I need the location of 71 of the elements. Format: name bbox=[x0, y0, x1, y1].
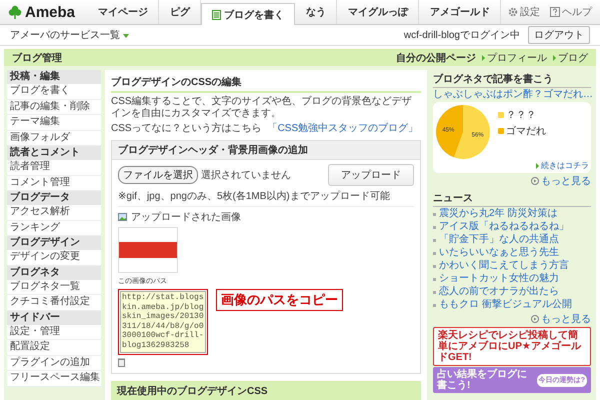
upload-button[interactable]: アップロード bbox=[328, 164, 414, 186]
login-status: wcf-drill-blogでログイン中 bbox=[404, 28, 520, 42]
sidebar-heading: 読者とコメント bbox=[7, 146, 101, 160]
nav-tab[interactable]: なう bbox=[295, 0, 338, 24]
uploaded-images-label: アップロードされた画像 bbox=[131, 210, 241, 224]
page-title: ブログ管理 bbox=[12, 52, 62, 64]
sidebar-item[interactable]: テーマ編集 bbox=[7, 115, 101, 130]
play-circle-icon bbox=[531, 315, 539, 323]
news-link[interactable]: 震災から丸2年 防災対策は bbox=[433, 208, 591, 220]
ad-banner[interactable]: 楽天レシピでレシピ投稿して簡単にアメブロにUP★アメゴールドGET! bbox=[433, 327, 591, 366]
nav-tab[interactable]: マイグルっぽ bbox=[337, 0, 420, 24]
more-link[interactable]: もっと見る bbox=[531, 174, 591, 188]
sidebar-item[interactable]: フリースペース編集 bbox=[7, 371, 101, 386]
description-text: CSS編集することで、文字のサイズや色、ブログの背景色などデザインを自由にカスタマイズできます。 bbox=[111, 96, 413, 120]
logo-text: Ameba bbox=[25, 4, 76, 20]
more-link[interactable]: もっと見る bbox=[531, 312, 591, 326]
nav-tab[interactable]: マイページ bbox=[87, 0, 160, 24]
sidebar-item[interactable]: 配置設定 bbox=[7, 340, 101, 356]
news-link[interactable]: いたらいいなぁと思う先生 bbox=[433, 247, 591, 259]
sidebar-item[interactable]: ブログネタ一覧 bbox=[7, 280, 101, 295]
logout-button[interactable]: ログアウト bbox=[528, 26, 590, 44]
services-menu[interactable]: アメーバのサービス一覧 bbox=[10, 28, 129, 42]
sidebar-item[interactable]: 設定・管理 bbox=[7, 324, 101, 340]
image-icon bbox=[118, 212, 128, 222]
image-path-field[interactable]: http://stat.blogskin.ameba.jp/blogskin_images/20130311/18/44/b8/g/o03000100wcf-drill-blog1362983258 bbox=[120, 291, 206, 353]
sidebar-heading: ブログデータ bbox=[7, 191, 101, 205]
trash-icon bbox=[118, 358, 125, 367]
sidebar-item[interactable]: ブログを書く bbox=[7, 84, 101, 100]
news-link[interactable]: ショートカット女性の魅力 bbox=[433, 273, 591, 285]
nav-link[interactable]: ヘルプ bbox=[550, 5, 592, 19]
section-title: ブログデザインのCSSの編集 bbox=[111, 75, 421, 93]
sidebar-heading: ブログネタ bbox=[7, 266, 101, 280]
legend-label: ？？？ bbox=[506, 109, 536, 122]
sidebar-heading: ブログデザイン bbox=[7, 236, 101, 250]
sidebar-item[interactable]: 記事の編集・削除 bbox=[7, 100, 101, 115]
widget-title: ブログネタで記事を書こう bbox=[433, 70, 591, 88]
widget-title: ニュース bbox=[433, 189, 591, 207]
help-text: CSSってなに？という方はこちら 「CSS勉強中スタッフのブログ」 bbox=[111, 123, 420, 135]
sidebar-item[interactable]: アクセス解析 bbox=[7, 205, 101, 220]
section-header: 現在使用中のブログデザインCSS bbox=[111, 381, 421, 400]
news-link[interactable]: 「貯金下手」な人の共通点 bbox=[433, 234, 591, 246]
panel-title: ブログデザインヘッダ・背景用画像の追加 bbox=[112, 141, 420, 160]
sidebar-item[interactable]: 読者管理 bbox=[7, 160, 101, 176]
nav-link[interactable]: 設定 bbox=[508, 5, 540, 19]
sidebar-heading: 投稿・編集 bbox=[7, 70, 101, 84]
news-link[interactable]: アイス版「ねるねるねるね」 bbox=[433, 221, 591, 233]
help-icon bbox=[550, 7, 560, 17]
news-link[interactable]: かわいく聞こえてしまう方言 bbox=[433, 260, 591, 272]
clover-icon bbox=[8, 5, 22, 19]
continue-link[interactable]: 続きはコチラ bbox=[536, 160, 589, 171]
header-link[interactable]: ブログ bbox=[553, 50, 588, 64]
file-status: 選択されていません bbox=[201, 169, 291, 182]
nav-tab[interactable]: アメゴールド bbox=[419, 0, 502, 24]
notepad-icon bbox=[212, 10, 222, 20]
upload-note: ※gif、jpg、pngのみ、5枚(各1MB以内)までアップロード可能 bbox=[118, 190, 391, 203]
header-link[interactable]: プロフィール bbox=[482, 50, 547, 64]
news-link[interactable]: ももクロ 衝撃ビジュアル公開 bbox=[433, 299, 591, 311]
banner-image-placeholder bbox=[119, 242, 177, 258]
annotation-callout: 画像のパスをコピー bbox=[216, 289, 343, 311]
play-circle-icon bbox=[531, 177, 539, 185]
sidebar-item[interactable]: プラグインの追加 bbox=[7, 356, 101, 371]
gear-icon bbox=[508, 7, 518, 17]
legend-label: ゴマだれ bbox=[506, 125, 546, 138]
staff-blog-link[interactable]: 「CSS勉強中スタッフのブログ」 bbox=[268, 123, 418, 134]
file-select-button[interactable]: ファイルを選択 bbox=[118, 166, 198, 184]
public-page-label: 自分の公開ページ bbox=[396, 52, 476, 64]
sidebar-heading: サイドバー bbox=[7, 310, 101, 324]
topic-link[interactable]: しゃぶしゃぶはポン酢？ゴマだれ… bbox=[433, 89, 593, 101]
nav-tab[interactable]: ブログを書く bbox=[201, 3, 296, 25]
news-link[interactable]: 恋人の前でオナラが出たら bbox=[433, 286, 591, 298]
ameba-logo[interactable]: Ameba bbox=[8, 0, 76, 24]
